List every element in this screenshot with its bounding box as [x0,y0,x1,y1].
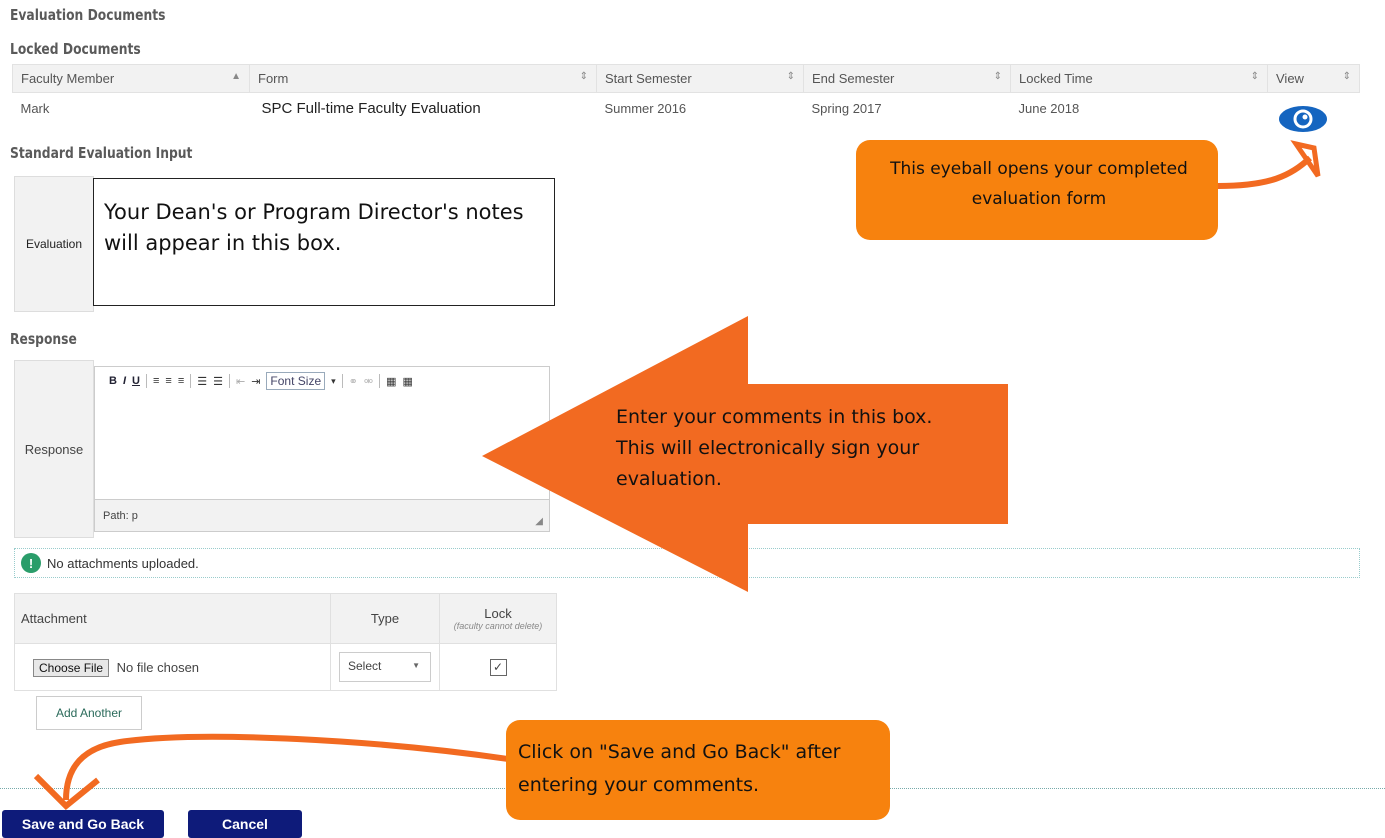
indent-icon[interactable]: ⇥ [251,375,260,388]
toolbar-divider [379,374,381,388]
cell-locked: June 2018 [1018,100,1080,116]
toolbar-divider [341,374,343,388]
type-select[interactable]: Select ▼ [339,652,431,682]
resize-handle-icon[interactable]: ◢ [535,516,543,527]
attachments-table: Attachment Type Lock (faculty cannot del… [14,593,557,691]
lock-checkbox[interactable]: ✓ [489,658,507,676]
toolbar-divider [228,374,230,388]
standard-evaluation-input-title: Standard Evaluation Input [10,144,193,162]
cell-start: Summer 2016 [604,100,687,116]
col-attachment: Attachment [14,593,331,644]
col-view[interactable]: View ⇕ [1267,64,1360,93]
italic-icon[interactable]: I [123,375,126,387]
paste-icon[interactable]: ▦ [386,375,396,388]
table-header-row: Faculty Member ▲ Form ⇕ Start Semester ⇕ En… [12,64,1360,93]
eyeball-arrow-line [1217,155,1313,189]
underline-icon[interactable]: U [132,375,140,387]
save-callout: Click on "Save and Go Back" after enteri… [506,720,890,820]
eyeball-callout-text: This eyeball opens your completed evalua… [890,159,1188,209]
cell-faculty: Mark [20,100,50,116]
align-right-icon[interactable]: ≡ [178,375,184,387]
attachments-notice: ! No attachments uploaded. [14,548,1360,578]
toolbar-divider [145,374,147,388]
col-type: Type [330,593,440,644]
table-header-row: Attachment Type Lock (faculty cannot del… [14,593,557,644]
evaluation-label: Evaluation [14,176,94,312]
bullet-list-icon[interactable]: ☰ [197,375,207,388]
save-arrowhead [33,773,100,811]
col-locked-time[interactable]: Locked Time ⇕ [1010,64,1268,93]
numbered-list-icon[interactable]: ☰ [213,375,223,388]
add-another-button[interactable]: Add Another [36,696,142,730]
unlink-icon[interactable]: ⚮ [364,375,373,388]
col-faculty-member[interactable]: Faculty Member ▲ [12,64,250,93]
table-row: Choose File No file chosen Select ▼ ✓ [14,643,557,691]
save-callout-text: Click on "Save and Go Back" after enteri… [518,741,841,796]
evaluation-documents-title: Evaluation Documents [10,6,166,24]
col-start-semester[interactable]: Start Semester ⇕ [596,64,804,93]
editor-toolbar: B I U ≡ ≡ ≡ ☰ ☰ ⇤ ⇥ Font Size ▾ ⚭ ⚮ ▦ ▦ [95,367,549,395]
locked-documents-title: Locked Documents [10,40,141,58]
save-and-go-back-button[interactable]: Save and Go Back [2,810,164,838]
sort-icon[interactable]: ⇕ [787,71,795,82]
sort-icon[interactable]: ⇕ [1343,71,1351,82]
outdent-icon[interactable]: ⇤ [236,375,245,388]
table-row: Mark SPC Full-time Faculty Evaluation Su… [13,93,1360,124]
file-input-cell: Choose File No file chosen [14,643,331,691]
response-label: Response [14,360,94,538]
font-size-select[interactable]: Font Size [266,372,326,390]
font-size-dropdown-icon[interactable]: ▾ [331,376,336,387]
lock-header: Lock [484,606,512,621]
eyeball-arrowhead [1290,140,1321,178]
toolbar-divider [190,374,192,388]
paste-text-icon[interactable]: ▦ [403,375,413,388]
eyeball-callout: This eyeball opens your completed evalua… [856,140,1218,240]
sort-icon[interactable]: ⇕ [1251,71,1259,82]
comments-callout-text: Enter your comments in this box. This wi… [616,406,933,490]
type-cell: Select ▼ [330,643,440,691]
evaluation-notes-box: Your Dean's or Program Director's notes … [93,178,555,306]
evaluation-section: Evaluation Your Dean's or Program Direct… [14,176,558,312]
locked-documents-table: Faculty Member ▲ Form ⇕ Start Semester ⇕ En… [12,64,1360,123]
eye-view-icon[interactable] [1278,104,1328,134]
chevron-down-icon: ▼ [412,661,420,670]
cell-end: Spring 2017 [811,100,882,116]
col-lock: Lock (faculty cannot delete) [439,593,557,644]
bold-icon[interactable]: B [109,375,117,387]
lock-cell: ✓ [439,643,557,691]
lock-subheader: (faculty cannot delete) [453,621,543,631]
editor-path: Path: p [103,510,138,522]
no-file-text: No file chosen [116,659,200,675]
align-center-icon[interactable]: ≡ [165,375,171,387]
info-icon: ! [21,553,41,573]
response-section: Response B I U ≡ ≡ ≡ ☰ ☰ ⇤ ⇥ Font Size ▾… [14,360,552,538]
col-end-semester[interactable]: End Semester ⇕ [803,64,1011,93]
response-editor[interactable]: B I U ≡ ≡ ≡ ☰ ☰ ⇤ ⇥ Font Size ▾ ⚭ ⚮ ▦ ▦ … [94,366,550,532]
col-form[interactable]: Form ⇕ [249,64,597,93]
notice-text: No attachments uploaded. [47,555,199,571]
response-title: Response [10,330,77,348]
save-arrow-line [63,733,516,801]
align-left-icon[interactable]: ≡ [153,375,159,387]
cancel-button[interactable]: Cancel [188,810,302,838]
link-icon[interactable]: ⚭ [349,375,358,388]
choose-file-button[interactable]: Choose File [33,658,110,677]
editor-path-bar: Path: p ◢ [95,499,549,531]
sort-icon[interactable]: ⇕ [994,71,1002,82]
sort-icon[interactable]: ⇕ [580,71,588,82]
cell-form: SPC Full-time Faculty Evaluation [261,99,481,117]
sort-asc-icon[interactable]: ▲ [231,71,241,82]
